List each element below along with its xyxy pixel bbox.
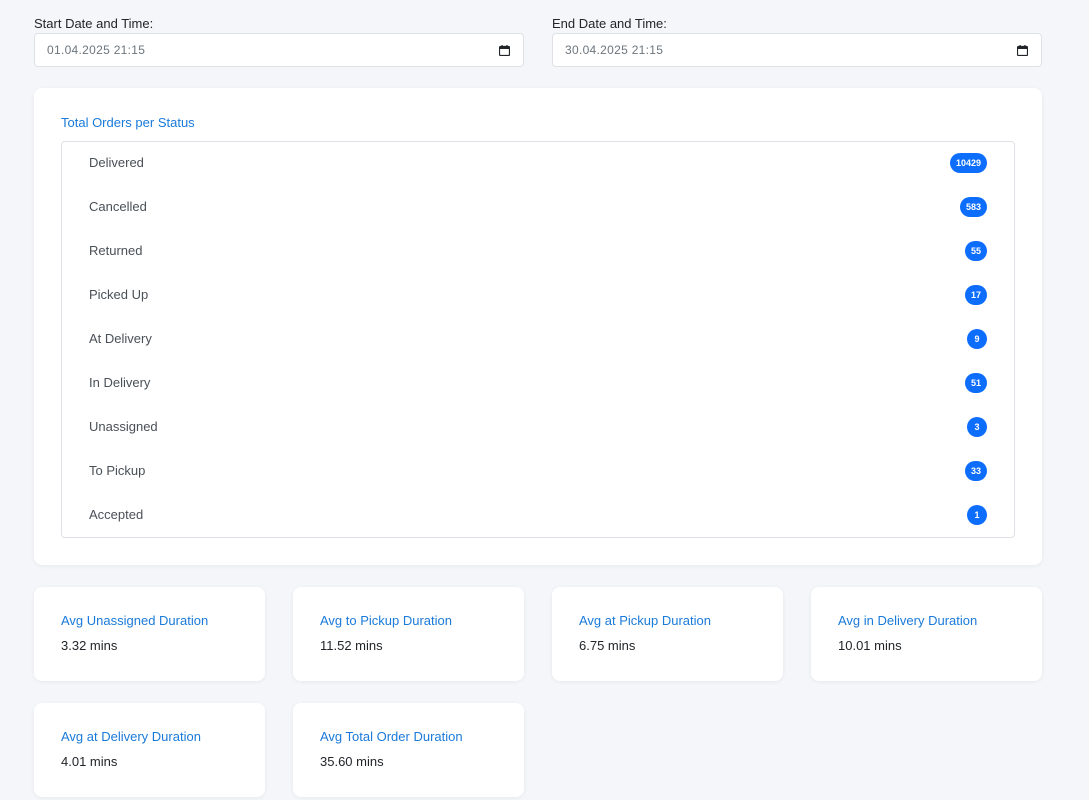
status-item-returned: Returned 55: [62, 230, 1014, 274]
metric-value: 35.60 mins: [320, 754, 384, 769]
start-date-value: 01.04.2025 21:15: [47, 43, 146, 57]
metric-card-at-pickup: Avg at Pickup Duration 6.75 mins: [552, 587, 783, 681]
count-badge: 1: [967, 505, 987, 525]
card-title: Total Orders per Status: [61, 115, 195, 130]
status-item-delivered: Delivered 10429: [62, 142, 1014, 186]
end-date-group: End Date and Time: 30.04.2025 21:15: [552, 15, 1042, 67]
status-label: To Pickup: [89, 463, 146, 478]
count-badge: 51: [964, 373, 987, 393]
end-date-label: End Date and Time:: [552, 16, 667, 31]
status-item-at-delivery: At Delivery 9: [62, 318, 1014, 362]
metric-card-in-delivery: Avg in Delivery Duration 10.01 mins: [811, 587, 1042, 681]
count-badge: 33: [964, 461, 987, 481]
metric-title: Avg in Delivery Duration: [838, 613, 978, 628]
status-item-to-pickup: To Pickup 33: [62, 450, 1014, 494]
status-label: Cancelled: [89, 199, 147, 214]
count-badge: 9: [967, 329, 987, 349]
metric-value: 10.01 mins: [838, 638, 902, 653]
metric-card-to-pickup: Avg to Pickup Duration 11.52 mins: [293, 587, 524, 681]
metric-title: Avg at Pickup Duration: [579, 613, 711, 628]
orders-per-status-card: Total Orders per Status Delivered 10429 …: [34, 88, 1042, 565]
count-badge: 55: [964, 241, 987, 261]
status-label: Delivered: [89, 155, 144, 170]
start-date-label: Start Date and Time:: [34, 16, 154, 31]
metric-title: Avg to Pickup Duration: [320, 613, 452, 628]
end-date-input[interactable]: 30.04.2025 21:15: [552, 33, 1042, 67]
count-badge: 583: [959, 197, 987, 217]
count-badge: 17: [964, 285, 987, 305]
date-filter-row: Start Date and Time: 01.04.2025 21:15 En…: [34, 15, 1042, 67]
metric-card-total-order: Avg Total Order Duration 35.60 mins: [293, 703, 524, 797]
status-label: Accepted: [89, 507, 144, 522]
start-date-input[interactable]: 01.04.2025 21:15: [34, 33, 524, 67]
status-list: Delivered 10429 Cancelled 583 Returned 5…: [61, 141, 1015, 538]
end-date-value: 30.04.2025 21:15: [565, 43, 664, 57]
metric-card-unassigned: Avg Unassigned Duration 3.32 mins: [34, 587, 265, 681]
calendar-icon[interactable]: [499, 45, 510, 56]
status-item-accepted: Accepted 1: [62, 494, 1014, 538]
metric-value: 4.01 mins: [61, 754, 118, 769]
status-label: Unassigned: [89, 419, 158, 434]
status-item-in-delivery: In Delivery 51: [62, 362, 1014, 406]
metric-card-at-delivery: Avg at Delivery Duration 4.01 mins: [34, 703, 265, 797]
status-label: At Delivery: [89, 331, 152, 346]
metric-value: 11.52 mins: [320, 638, 383, 653]
status-item-unassigned: Unassigned 3: [62, 406, 1014, 450]
metric-value: 6.75 mins: [579, 638, 636, 653]
count-badge: 10429: [949, 153, 987, 173]
status-label: Returned: [89, 243, 143, 258]
metric-title: Avg at Delivery Duration: [61, 729, 201, 744]
status-item-cancelled: Cancelled 583: [62, 186, 1014, 230]
metric-value: 3.32 mins: [61, 638, 118, 653]
status-item-picked-up: Picked Up 17: [62, 274, 1014, 318]
start-date-group: Start Date and Time: 01.04.2025 21:15: [34, 15, 524, 67]
status-label: Picked Up: [89, 287, 149, 302]
metric-title: Avg Unassigned Duration: [61, 613, 209, 628]
calendar-icon[interactable]: [1017, 45, 1028, 56]
metric-title: Avg Total Order Duration: [320, 729, 463, 744]
status-label: In Delivery: [89, 375, 151, 390]
count-badge: 3: [967, 417, 987, 437]
